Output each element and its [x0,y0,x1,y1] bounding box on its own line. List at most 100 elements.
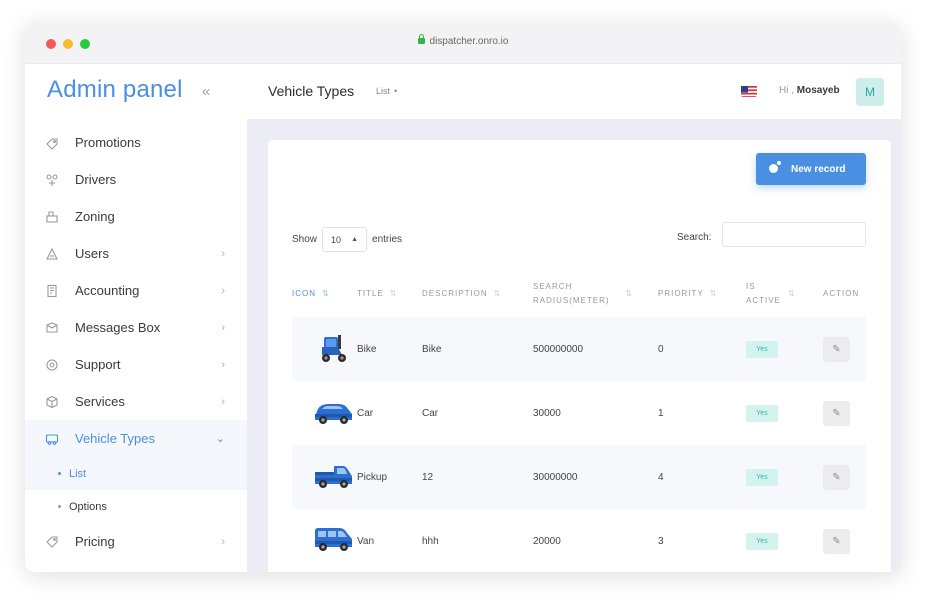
sidebar-item-pricing[interactable]: Pricing › [25,523,247,560]
van-icon [312,525,354,558]
sort-icon: ⇅ [709,289,718,298]
sidebar-item-label: Zoning [75,209,115,224]
top-bar: Vehicle Types List • Hi , Mosayeb M [247,64,901,119]
cell-description: Bike [422,343,442,355]
sidebar-item-promotions[interactable]: Promotions [25,124,247,161]
support-icon [45,358,59,372]
pencil-icon: ✎ [832,535,841,547]
chevron-right-icon: › [221,247,225,260]
accounting-icon [45,284,59,298]
pricing-icon [45,535,59,549]
search-label: Search: [677,232,712,243]
sort-icon: ⇅ [389,289,398,298]
cell-description: 12 [422,471,434,483]
cell-radius: 500000000 [533,343,584,355]
sidebar-item-drivers[interactable]: Drivers [25,161,247,198]
edit-button[interactable]: ✎ [823,464,850,490]
pickup-icon [312,462,354,495]
pencil-icon: ✎ [832,343,841,355]
cell-title: Bike [357,343,377,355]
chevron-right-icon: › [221,358,225,371]
column-label: DESCRIPTION [422,289,488,298]
chevron-right-icon: › [221,395,225,408]
cell-priority: 3 [658,535,664,547]
column-header-description[interactable]: DESCRIPTION ⇅ [422,271,501,317]
sort-arrows-icon: ▲ [351,236,359,243]
cell-priority: 0 [658,343,664,355]
cell-priority: 4 [658,471,664,483]
status-badge: Yes [746,468,778,486]
content-area: New record Show 10 ▲ entries Search: ICO… [247,119,901,572]
table-row[interactable]: Car Car 30000 1 Yes ✎ [292,381,866,445]
sort-icon: ⇅ [493,289,502,298]
sidebar-item-vehicle-types[interactable]: Vehicle Types ⌄ [25,420,247,457]
table-row[interactable]: Pickup 12 30000000 4 Yes ✎ [292,445,866,509]
column-label: SEARCH RADIUS(METER) [533,282,610,305]
sidebar-subitem-label: List [69,467,87,480]
add-record-icon [769,161,781,173]
bullet-icon [58,505,61,508]
sidebar-subitem-options[interactable]: Options [25,490,247,523]
status-badge: Yes [746,404,778,422]
edit-button[interactable]: ✎ [823,336,850,362]
edit-button[interactable]: ✎ [823,528,850,554]
cell-active: Yes [746,317,778,381]
breadcrumb[interactable]: List • [376,86,397,96]
us-flag-icon[interactable] [741,85,757,97]
table-row[interactable]: Van hhh 20000 3 Yes ✎ [292,509,866,572]
search-input[interactable] [722,222,866,247]
table-row[interactable]: Bike Bike 500000000 0 Yes ✎ [292,317,866,381]
cell-description: hhh [422,535,439,547]
new-record-button[interactable]: New record [756,153,866,185]
cell-radius: 30000 [533,407,561,419]
browser-window: dispatcher.onro.io Admin panel « Promoti… [25,22,901,572]
entries-value: 10 [331,234,342,245]
sidebar-item-accounting[interactable]: Accounting › [25,272,247,309]
sidebar-subitem-list[interactable]: List [25,457,247,490]
cell-active: Yes [746,509,778,572]
sidebar-item-messages-box[interactable]: Messages Box › [25,309,247,346]
cell-action: ✎ [823,509,850,572]
column-header-title[interactable]: TITLE ⇅ [357,271,397,317]
column-header-search-radius[interactable]: SEARCH RADIUS(METER) ⇅ [533,271,633,317]
services-icon [45,395,59,409]
column-header-is-active[interactable]: IS ACTIVE ⇅ [746,271,808,317]
address-bar[interactable]: dispatcher.onro.io [25,34,901,47]
cell-action: ✎ [823,317,850,381]
sidebar-item-zoning[interactable]: Zoning [25,198,247,235]
promotion-icon [45,136,59,150]
drivers-icon [45,173,59,187]
users-icon [45,247,59,261]
entries-select[interactable]: 10 ▲ [322,227,368,252]
double-chevron-left-icon[interactable]: « [202,83,210,100]
sidebar-item-label: Accounting [75,283,140,298]
chevron-right-icon: › [221,284,225,297]
cell-title: Pickup [357,471,388,483]
edit-button[interactable]: ✎ [823,400,850,426]
sidebar-item-users[interactable]: Users › [25,235,247,272]
column-header-action: ACTION [823,271,859,317]
entries-label: entries [372,234,403,245]
show-label: Show [292,234,318,245]
column-header-icon[interactable]: ICON ⇅ [292,271,330,317]
sidebar-item-services[interactable]: Services › [25,383,247,420]
sidebar-subitem-label: Options [69,500,107,513]
brand-title: Admin panel [47,76,183,103]
avatar[interactable]: M [856,78,884,106]
cell-action: ✎ [823,445,850,509]
cell-active: Yes [746,381,778,445]
cell-radius: 30000000 [533,471,578,483]
sort-icon: ⇅ [625,289,633,298]
pencil-icon: ✎ [832,407,841,419]
messages-icon [45,321,59,335]
cell-title: Car [357,407,374,419]
column-label: PRIORITY [658,289,704,298]
sidebar-item-label: Users [75,246,109,261]
column-header-priority[interactable]: PRIORITY ⇅ [658,271,717,317]
address-bar-url: dispatcher.onro.io [429,36,509,47]
sidebar-item-support[interactable]: Support › [25,346,247,383]
cell-priority: 1 [658,407,664,419]
cell-action: ✎ [823,381,850,445]
sort-icon: ⇅ [788,289,796,298]
cell-active: Yes [746,445,778,509]
